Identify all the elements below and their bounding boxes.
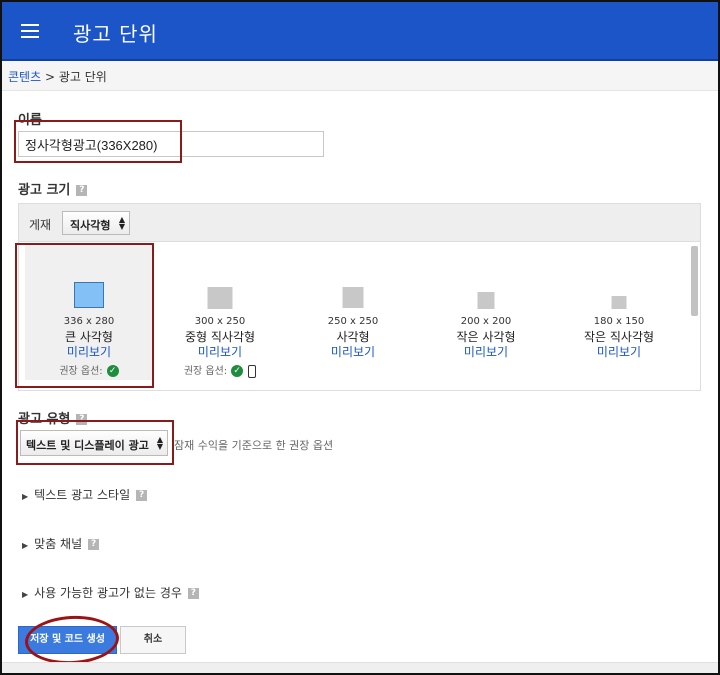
size-thumbnail <box>342 287 364 308</box>
size-option-336x280[interactable]: 336 x 280 큰 사각형 미리보기 권장 옵션: ✓ <box>25 244 153 380</box>
size-thumbnail <box>611 296 627 309</box>
preview-link[interactable]: 미리보기 <box>289 343 417 360</box>
size-label-text: 광고 크기 <box>18 183 71 198</box>
name-label: 이름 <box>18 113 42 128</box>
size-option-250x250[interactable]: 250 x 250 사각형 미리보기 <box>289 244 417 380</box>
breadcrumb-link-content[interactable]: 콘텐츠 <box>8 70 41 84</box>
size-thumbnail <box>477 292 495 309</box>
preview-link[interactable]: 미리보기 <box>156 343 284 360</box>
ad-type-select-value: 텍스트 및 디스플레이 광고 <box>26 439 149 452</box>
expander-label: 텍스트 광고 스타일 <box>34 488 131 502</box>
size-option-180x150[interactable]: 180 x 150 작은 직사각형 미리보기 <box>555 244 683 380</box>
select-arrows-icon: ▲ ▼ <box>118 215 125 231</box>
size-option-200x200[interactable]: 200 x 200 작은 사각형 미리보기 <box>422 244 550 380</box>
recommended-text: 권장 옵션: <box>59 366 103 377</box>
name-field[interactable] <box>18 131 324 157</box>
placement-select-value: 직사각형 <box>70 219 111 232</box>
footer-strip <box>0 662 720 675</box>
breadcrumb-current: 광고 단위 <box>58 70 107 84</box>
hamburger-menu-icon[interactable] <box>21 24 39 38</box>
mobile-phone-icon <box>248 364 257 378</box>
size-option-300x250[interactable]: 300 x 250 중형 직사각형 미리보기 권장 옵션: ✓ <box>156 244 284 380</box>
breadcrumb-separator: > <box>44 70 56 84</box>
type-label-text: 광고 유형 <box>18 412 71 427</box>
caret-right-icon: ▶ <box>22 541 29 550</box>
preview-link[interactable]: 미리보기 <box>25 343 153 360</box>
select-arrows-icon: ▲ ▼ <box>156 435 163 451</box>
placement-select[interactable]: 직사각형 ▲ ▼ <box>62 211 130 235</box>
size-label: 광고 크기? <box>18 179 88 198</box>
expander-backup-ads[interactable]: ▶ 사용 가능한 광고가 없는 경우? <box>22 584 199 601</box>
size-thumbnail <box>207 287 233 309</box>
app-header: 광고 단위 <box>0 0 720 61</box>
ad-type-hint: 잠재 수익을 기준으로 한 권장 옵션 <box>174 439 334 452</box>
ad-type-select[interactable]: 텍스트 및 디스플레이 광고 ▲ ▼ <box>20 430 168 456</box>
preview-link[interactable]: 미리보기 <box>422 343 550 360</box>
type-label: 광고 유형? <box>18 408 88 427</box>
recommended-label: 권장 옵션: ✓ <box>25 362 153 377</box>
size-dimensions: 336 x 280 <box>63 316 115 327</box>
size-thumbnail <box>74 282 104 308</box>
size-dimensions: 300 x 250 <box>194 316 246 327</box>
main-content: 이름 광고 크기? 게재 직사각형 ▲▼ 336 x 280 큰 사각형 미리보… <box>8 95 710 667</box>
preview-link[interactable]: 미리보기 <box>555 343 683 360</box>
size-dimensions: 250 x 250 <box>327 316 379 327</box>
expander-custom-channels[interactable]: ▶ 맞춤 채널? <box>22 535 100 552</box>
expander-text-ad-style[interactable]: ▶ 텍스트 광고 스타일? <box>22 486 148 503</box>
help-icon[interactable]: ? <box>88 539 100 550</box>
caret-right-icon: ▶ <box>22 492 29 501</box>
breadcrumb-bar: 콘텐츠 > 광고 단위 <box>0 61 720 91</box>
save-and-get-code-button[interactable]: 저장 및 코드 생성 <box>18 626 117 654</box>
placement-label: 게재 <box>29 218 52 232</box>
help-icon[interactable]: ? <box>76 414 88 425</box>
breadcrumb: 콘텐츠 > 광고 단위 <box>8 68 107 85</box>
page-title: 광고 단위 <box>73 22 158 46</box>
cancel-button[interactable]: 취소 <box>120 626 186 654</box>
check-icon: ✓ <box>231 365 244 377</box>
help-icon[interactable]: ? <box>76 185 88 196</box>
placement-bar: 게재 직사각형 ▲ ▼ <box>19 204 700 242</box>
size-dimensions: 180 x 150 <box>593 316 645 327</box>
recommended-label: 권장 옵션: ✓ <box>156 362 284 378</box>
caret-right-icon: ▶ <box>22 590 29 599</box>
size-dimensions: 200 x 200 <box>460 316 512 327</box>
check-icon: ✓ <box>106 365 119 377</box>
help-icon[interactable]: ? <box>187 588 199 599</box>
expander-label: 사용 가능한 광고가 없는 경우 <box>34 586 182 600</box>
help-icon[interactable]: ? <box>136 490 148 501</box>
size-panel-scrollbar[interactable] <box>691 246 698 316</box>
expander-label: 맞춤 채널 <box>34 537 83 551</box>
ad-size-panel: 게재 직사각형 ▲ ▼ 336 x 280 큰 사각형 미리보기 권장 옵션: ✓ … <box>18 203 701 391</box>
recommended-text: 권장 옵션: <box>183 366 228 377</box>
